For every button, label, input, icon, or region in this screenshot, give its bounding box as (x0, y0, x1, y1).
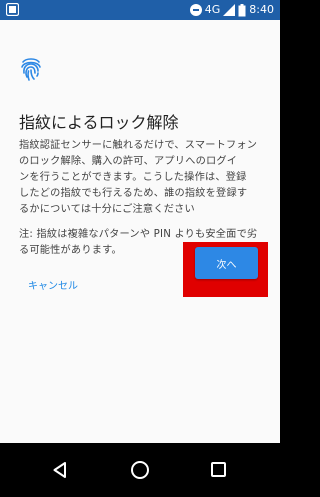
fingerprint-icon (21, 58, 41, 81)
dialog-description: 指紋認証センサーに触れるだけで、スマートフォン のロック解除、購入の許可、アプリ… (19, 138, 269, 218)
back-icon[interactable] (53, 462, 67, 478)
navigation-bar (0, 443, 280, 497)
note-line: 注: 指紋は複雑なパターンや PIN よりも安全面で劣 (19, 229, 258, 240)
recent-apps-icon[interactable] (211, 462, 226, 477)
clock: 8:40 (249, 3, 274, 16)
description-line: 指紋認証センサーに触れるだけで、スマートフォン (19, 140, 258, 151)
fingerprint-setup-dialog: 指紋によるロック解除 指紋認証センサーに触れるだけで、スマートフォン のロック解… (0, 20, 280, 443)
description-line: るかについては十分にご注意ください (19, 204, 195, 215)
description-line: したどの指紋でも行えるため、誰の指紋を登録す (19, 188, 248, 199)
network-type: 4G (204, 3, 221, 16)
next-button[interactable]: 次へ (195, 247, 258, 279)
home-icon[interactable] (131, 461, 149, 479)
status-bar: 4G 8:40 (0, 0, 280, 20)
app-icon (6, 3, 19, 16)
cancel-button[interactable]: キャンセル (28, 277, 78, 292)
dialog-title: 指紋によるロック解除 (19, 113, 179, 132)
description-line: ンを行うことができます。こうした操作は、登録 (19, 172, 247, 183)
signal-icon (223, 4, 236, 16)
do-not-disturb-icon (189, 4, 202, 16)
description-line: のロック解除、購入の許可、アプリへのログイ (19, 156, 238, 167)
battery-icon (238, 3, 246, 16)
